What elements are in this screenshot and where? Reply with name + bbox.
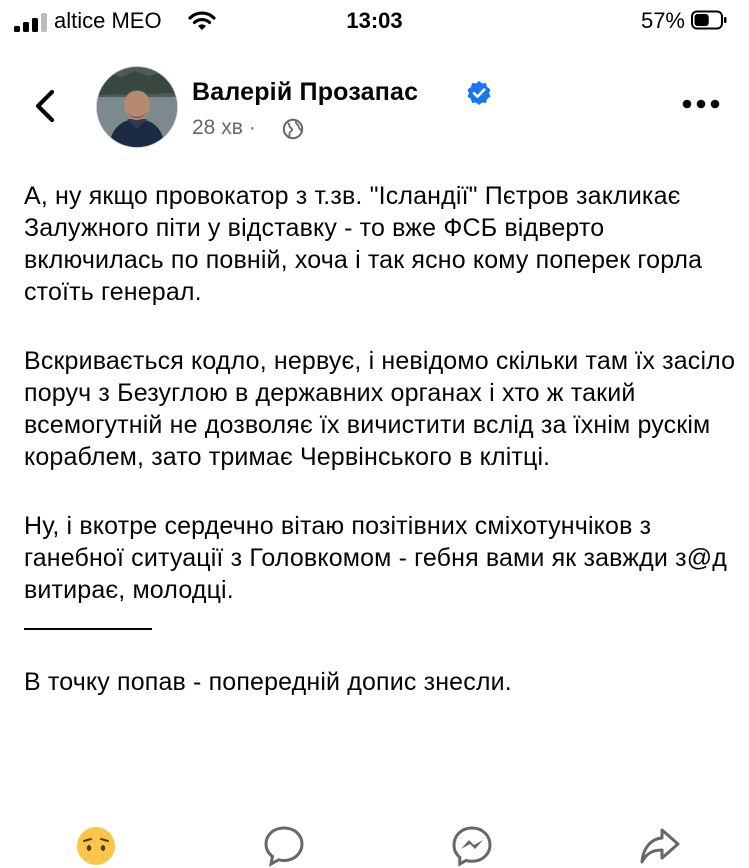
more-options-icon[interactable] — [681, 98, 721, 110]
back-arrow-icon[interactable] — [28, 86, 64, 126]
post-header: Валерій Прозапас 28 хв · — [0, 56, 749, 156]
share-icon[interactable] — [638, 824, 682, 868]
post-paragraph-1: А, ну якщо провокатор з т.зв. "Ісландії"… — [24, 182, 703, 306]
globe-icon — [282, 118, 304, 140]
battery-icon — [691, 10, 727, 30]
comment-icon[interactable] — [262, 824, 306, 868]
post-action-bar — [0, 818, 749, 867]
post-timestamp[interactable]: 28 хв — [192, 116, 243, 139]
author-name[interactable]: Валерій Прозапас — [192, 78, 418, 107]
verified-badge-icon — [467, 81, 491, 105]
text-divider-line — [24, 628, 152, 630]
meta-separator: · — [248, 116, 256, 139]
sad-reaction-icon[interactable] — [74, 824, 118, 868]
messenger-icon[interactable] — [450, 824, 494, 868]
post-paragraph-3: Ну, і вкотре сердечно вітаю позітівних с… — [24, 512, 727, 604]
status-bar: altice MEO 13:03 57% — [0, 0, 749, 44]
clock: 13:03 — [346, 8, 403, 33]
battery-percentage: 57% — [640, 8, 685, 33]
post-meta: 28 хв · — [192, 116, 262, 140]
avatar[interactable] — [96, 66, 178, 148]
post-paragraph-4: В точку попав - попередній допис знесли. — [24, 668, 512, 696]
post-paragraph-2: Вскривається кодло, нервує, і невідомо с… — [24, 347, 736, 471]
post-body: А, ну якщо провокатор з т.зв. "Ісландії"… — [24, 180, 736, 698]
